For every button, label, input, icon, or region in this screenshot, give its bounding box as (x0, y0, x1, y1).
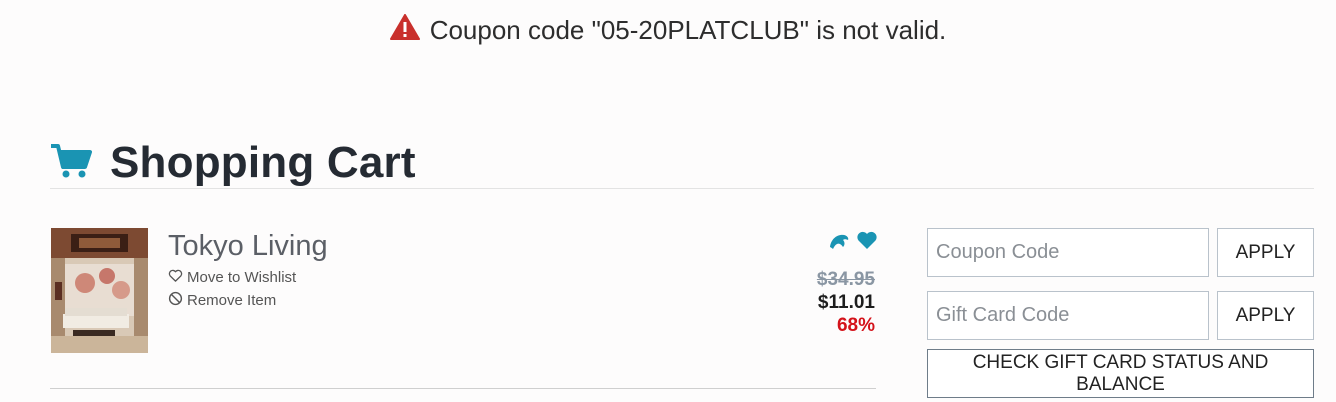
move-to-wishlist-label: Move to Wishlist (187, 269, 297, 286)
product-title[interactable]: Tokyo Living (168, 230, 328, 263)
error-alert: Coupon code "05-20PLATCLUB" is not valid… (0, 14, 1336, 47)
warning-icon (389, 14, 420, 47)
coupon-code-input[interactable] (927, 228, 1209, 277)
remove-item-link[interactable]: Remove Item (168, 291, 276, 310)
dolphin-icon (828, 230, 850, 255)
ban-icon (168, 291, 183, 310)
page-title: Shopping Cart (110, 138, 416, 187)
remove-item-label: Remove Item (187, 292, 277, 309)
heart-icon[interactable] (856, 230, 878, 255)
apply-gift-card-button[interactable]: APPLY (1217, 291, 1314, 340)
alert-message: Coupon code "05-20PLATCLUB" is not valid… (429, 15, 947, 45)
gift-card-code-input[interactable] (927, 291, 1209, 340)
item-divider (50, 388, 876, 389)
apply-coupon-button[interactable]: APPLY (1217, 228, 1314, 277)
heart-outline-icon (168, 268, 183, 287)
current-price: $11.01 (817, 292, 875, 313)
product-badges (828, 230, 878, 255)
original-price: $34.95 (816, 269, 875, 290)
shopping-cart-icon (50, 143, 92, 184)
discount-percent: 68% (836, 315, 875, 336)
product-thumbnail[interactable] (51, 228, 148, 353)
divider (50, 188, 1314, 189)
page-header: Shopping Cart (50, 138, 416, 188)
move-to-wishlist-link[interactable]: Move to Wishlist (168, 268, 296, 287)
check-gift-card-balance-button[interactable]: CHECK GIFT CARD STATUS AND BALANCE (927, 349, 1314, 398)
